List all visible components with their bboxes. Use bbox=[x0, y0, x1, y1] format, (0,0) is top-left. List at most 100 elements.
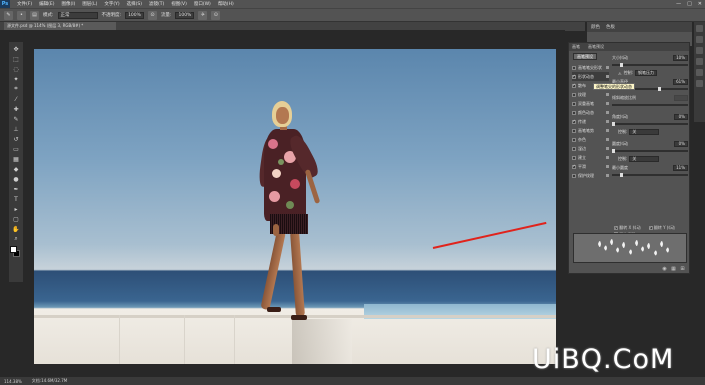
brush-setting-item[interactable]: 建立 bbox=[572, 153, 609, 162]
roundness-jitter-slider[interactable] bbox=[612, 149, 688, 153]
angle-jitter-slider[interactable] bbox=[612, 122, 688, 126]
maximize-button[interactable]: □ bbox=[687, 1, 692, 7]
menu-filter[interactable]: 滤镜(T) bbox=[149, 1, 164, 7]
menu-file[interactable]: 文件(F) bbox=[17, 1, 32, 7]
dodge-tool-icon[interactable]: ● bbox=[12, 175, 21, 183]
brush-setting-checkbox[interactable]: ✓ bbox=[572, 83, 576, 88]
lock-icon[interactable] bbox=[606, 174, 609, 177]
min-diameter-value[interactable]: 61% bbox=[673, 78, 688, 85]
brush-setting-checkbox[interactable]: ✓ bbox=[572, 74, 576, 79]
brush-setting-checkbox[interactable] bbox=[572, 137, 576, 142]
quick-select-tool-icon[interactable]: ✦ bbox=[12, 75, 21, 83]
minimize-button[interactable]: — bbox=[676, 1, 681, 7]
opacity-input[interactable]: 100% bbox=[125, 11, 144, 19]
type-tool-icon[interactable]: T bbox=[12, 195, 21, 203]
brush-setting-item[interactable]: 保护纹理 bbox=[572, 171, 609, 180]
brush-setting-item[interactable]: 颜色动态 bbox=[572, 108, 609, 117]
lock-icon[interactable] bbox=[606, 156, 609, 159]
angle-control-select[interactable]: 关 bbox=[629, 129, 660, 135]
flow-input[interactable]: 100% bbox=[175, 11, 195, 19]
min-roundness-slider[interactable] bbox=[612, 173, 688, 177]
menu-type[interactable]: 文字(Y) bbox=[104, 1, 119, 7]
brush-panel-toggle-icon[interactable]: ▤ bbox=[30, 10, 39, 20]
hand-tool-icon[interactable]: ✋ bbox=[12, 225, 21, 233]
path-select-tool-icon[interactable]: ▸ bbox=[12, 205, 21, 213]
lock-icon[interactable] bbox=[606, 120, 609, 123]
lasso-tool-icon[interactable]: ◌ bbox=[12, 65, 21, 73]
move-tool-icon[interactable]: ✥ bbox=[12, 45, 21, 53]
size-jitter-value[interactable]: 10% bbox=[673, 54, 688, 61]
brush-setting-item[interactable]: ✓ 传递 bbox=[572, 117, 609, 126]
brush-setting-item[interactable]: 双重画笔 bbox=[572, 99, 609, 108]
tab-brush[interactable]: 画笔 bbox=[572, 44, 580, 50]
airbrush-icon[interactable]: ✈ bbox=[198, 10, 208, 20]
paragraph-panel-icon[interactable] bbox=[696, 69, 703, 76]
brush-setting-item[interactable]: ✓ 平滑 bbox=[572, 162, 609, 171]
brush-setting-checkbox[interactable] bbox=[572, 146, 576, 151]
brush-setting-checkbox[interactable] bbox=[572, 155, 576, 160]
pressure-opacity-icon[interactable]: ⊙ bbox=[147, 10, 157, 20]
brush-setting-item[interactable]: 纹理 bbox=[572, 90, 609, 99]
roundness-jitter-value[interactable]: 0% bbox=[674, 140, 688, 147]
brush-preset-picker[interactable]: • bbox=[17, 10, 26, 20]
brush-setting-item[interactable]: 湿边 bbox=[572, 144, 609, 153]
document-info[interactable]: 文档:14.6M/32.7M bbox=[32, 378, 67, 384]
pressure-size-icon[interactable]: ⊙ bbox=[211, 10, 221, 20]
size-control-select[interactable]: 钢笔压力 bbox=[634, 70, 657, 76]
lock-icon[interactable] bbox=[606, 102, 609, 105]
character-panel-icon[interactable] bbox=[696, 58, 703, 65]
brush-setting-item[interactable]: ✓ 形状动态 bbox=[572, 72, 609, 81]
document-canvas[interactable] bbox=[34, 49, 556, 364]
tab-swatches[interactable]: 色板 bbox=[606, 24, 615, 30]
blur-tool-icon[interactable]: ◆ bbox=[12, 165, 21, 173]
menu-view[interactable]: 视图(V) bbox=[171, 1, 187, 7]
size-jitter-slider[interactable] bbox=[612, 63, 688, 67]
zoom-level[interactable]: 114.38% bbox=[4, 379, 22, 384]
tilt-scale-slider[interactable] bbox=[612, 104, 688, 106]
brush-tool-icon[interactable]: ✎ bbox=[4, 10, 13, 20]
crop-tool-icon[interactable]: ⌗ bbox=[12, 85, 21, 93]
brush-setting-checkbox[interactable] bbox=[572, 110, 576, 115]
healing-tool-icon[interactable]: ✚ bbox=[12, 105, 21, 113]
eye-icon[interactable]: ◉ bbox=[662, 266, 667, 272]
tab-color[interactable]: 颜色 bbox=[591, 24, 600, 30]
layers-panel-icon[interactable] bbox=[696, 80, 703, 87]
roundness-control-select[interactable]: 关 bbox=[629, 156, 660, 162]
close-button[interactable]: ✕ bbox=[698, 1, 702, 7]
history-panel-icon[interactable] bbox=[696, 25, 703, 32]
brush-setting-item[interactable]: 杂色 bbox=[572, 135, 609, 144]
lock-icon[interactable] bbox=[606, 75, 609, 78]
brush-presets-button[interactable]: 画笔预设 bbox=[573, 53, 597, 60]
foreground-color-swatch[interactable] bbox=[10, 246, 17, 253]
lock-icon[interactable] bbox=[606, 147, 609, 150]
menu-select[interactable]: 选择(S) bbox=[127, 1, 142, 7]
brush-setting-checkbox[interactable] bbox=[572, 65, 576, 70]
zoom-tool-icon[interactable]: ⌕ bbox=[12, 235, 21, 243]
lock-icon[interactable] bbox=[606, 93, 609, 96]
tab-brush-presets[interactable]: 画笔预设 bbox=[588, 44, 604, 50]
lock-icon[interactable] bbox=[606, 129, 609, 132]
brush-setting-checkbox[interactable] bbox=[572, 92, 576, 97]
angle-jitter-value[interactable]: 0% bbox=[674, 113, 688, 120]
brush-setting-item[interactable]: 画笔笔尖形状 bbox=[572, 63, 609, 72]
menu-edit[interactable]: 编辑(E) bbox=[39, 1, 54, 7]
shape-tool-icon[interactable]: ▢ bbox=[12, 215, 21, 223]
flip-x-checkbox[interactable]: ✓ 翻转 X 抖动 bbox=[614, 225, 641, 231]
brush-setting-checkbox[interactable] bbox=[572, 128, 576, 133]
eyedropper-tool-icon[interactable]: ⁄ bbox=[12, 95, 21, 103]
tilt-scale-value[interactable] bbox=[674, 94, 688, 101]
dock-collapse-strip[interactable] bbox=[565, 22, 585, 31]
brush-tool-icon[interactable]: ✎ bbox=[12, 115, 21, 123]
lock-icon[interactable] bbox=[606, 66, 609, 69]
properties-panel-icon[interactable] bbox=[696, 36, 703, 43]
lock-icon[interactable] bbox=[606, 111, 609, 114]
document-tab[interactable]: 源文件.psd @ 114% (图层 3, RGB/8#) * bbox=[4, 22, 116, 30]
menu-layer[interactable]: 图层(L) bbox=[82, 1, 97, 7]
clone-stamp-tool-icon[interactable]: ⊥ bbox=[12, 125, 21, 133]
menu-window[interactable]: 窗口(W) bbox=[194, 1, 211, 7]
brush-setting-checkbox[interactable] bbox=[572, 173, 576, 178]
flip-y-checkbox[interactable]: ✓ 翻转 Y 抖动 bbox=[648, 225, 675, 231]
pen-tool-icon[interactable]: ✒ bbox=[12, 185, 21, 193]
brush-setting-checkbox[interactable]: ✓ bbox=[572, 119, 576, 124]
grid-icon[interactable]: ▦ bbox=[671, 266, 676, 272]
